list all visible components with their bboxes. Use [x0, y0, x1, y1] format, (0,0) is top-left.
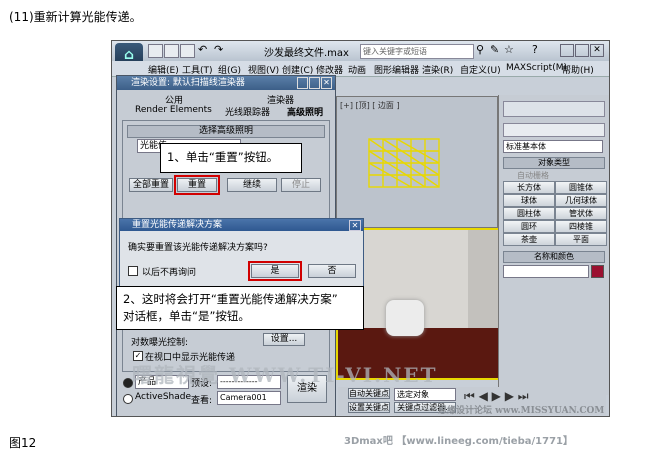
viewport-top[interactable]: [+] [顶] [ 边面 ]	[336, 96, 498, 228]
new-icon[interactable]	[148, 44, 163, 58]
footer-credit: 3Dmax吧 【www.lineeg.com/tieba/1771】	[344, 436, 573, 447]
callout-step1: 1、单击“重置”按钮。	[160, 143, 302, 173]
render-setup-title: 渲染设置: 默认扫描线渲染器 ✕	[117, 76, 335, 90]
set-key-button[interactable]: 设置关键点	[348, 402, 390, 413]
search-input[interactable]: 键入关键字或短语	[360, 44, 474, 59]
star-icon[interactable]: ☆	[504, 43, 514, 56]
caption-figure: 图12	[9, 436, 37, 450]
yellow-wire-grid	[368, 138, 440, 188]
save-icon[interactable]	[180, 44, 195, 58]
menu-customize[interactable]: 自定义(U)	[460, 63, 501, 76]
menu-maxscript[interactable]: MAXScript(M)	[506, 63, 567, 73]
tab-common[interactable]: 公用	[165, 93, 183, 106]
stop-button[interactable]: 停止	[281, 178, 321, 192]
open-icon[interactable]	[164, 44, 179, 58]
object-color-swatch[interactable]	[591, 265, 604, 278]
activeshade-radio[interactable]	[123, 394, 133, 404]
help-icon[interactable]: ?	[532, 43, 538, 56]
selection-dropdown[interactable]: 选定对象	[394, 388, 456, 401]
dont-ask-label: 以后不再询问	[142, 268, 197, 278]
exposure-label: 对数曝光控制:	[131, 338, 189, 348]
pyramid-button[interactable]: 四棱锥	[555, 220, 607, 233]
select-advanced-lighting-rollup[interactable]: 选择高级照明	[127, 125, 325, 138]
undo-icon[interactable]: ↶	[198, 43, 207, 56]
dialog-message: 确实要重置该光能传递解决方案吗?	[128, 243, 268, 253]
no-button[interactable]: 否	[308, 264, 356, 278]
redo-icon[interactable]: ↷	[214, 43, 223, 56]
tab-renderer[interactable]: 渲染器	[267, 93, 294, 106]
box-button[interactable]: 长方体	[503, 181, 555, 194]
cone-button[interactable]: 圆锥体	[555, 181, 607, 194]
yes-highlight	[248, 261, 302, 281]
menu-rendering[interactable]: 渲染(R)	[422, 63, 453, 76]
callout-step2-line1: 2、这时将会打开“重置光能传递解决方案”	[123, 292, 338, 306]
view-label: 查看:	[191, 396, 213, 406]
menu-help[interactable]: 帮助(H)	[562, 63, 594, 76]
auto-grid-checkbox[interactable]: 自动栅格	[517, 170, 549, 181]
object-type-rollup[interactable]: 对象类型	[503, 157, 605, 169]
caption-top: (11)重新计算光能传递。	[9, 10, 142, 24]
name-color-rollup[interactable]: 名称和颜色	[503, 251, 605, 263]
rs-maximize-button[interactable]	[309, 77, 320, 89]
teapot-button[interactable]: 茶壶	[503, 233, 555, 246]
command-panel: 标准基本体 对象类型 自动栅格 长方体 圆锥体 球体 几何球体 圆柱体 管状体 …	[498, 95, 609, 395]
setup-button[interactable]: 设置...	[263, 333, 305, 346]
reset-radiosity-dialog: 重置光能传递解决方案 ✕ 确实要重置该光能传递解决方案吗? 以后不再询问 是 否	[119, 218, 364, 288]
menu-animation[interactable]: 动画	[348, 63, 366, 76]
tab-render-elements[interactable]: Render Elements	[135, 105, 212, 117]
tab-raytracer[interactable]: 光线跟踪器	[225, 105, 270, 118]
menu-graph-editors[interactable]: 图形编辑器	[374, 63, 419, 76]
dialog-title: 重置光能传递解决方案	[120, 219, 363, 231]
plane-button[interactable]: 平面	[555, 233, 607, 246]
callout-step2-line2: 对话框，单击“是”按钮。	[123, 309, 250, 323]
help-tools-icon[interactable]: ✎	[490, 43, 499, 56]
reset-all-button[interactable]: 全部重置	[129, 178, 173, 192]
close-icon[interactable]: ✕	[590, 44, 604, 57]
sofa-chair	[386, 300, 424, 336]
continue-button[interactable]: 继续	[227, 178, 277, 192]
primitive-dropdown[interactable]: 标准基本体	[503, 140, 603, 153]
watermark-right: 思缘设计论坛 www.MISSYUAN.COM	[438, 406, 605, 416]
dialog-close-icon[interactable]: ✕	[349, 220, 361, 231]
search-icon[interactable]: ⚲	[476, 43, 484, 56]
callout-step2: 2、这时将会打开“重置光能传递解决方案” 对话框，单击“是”按钮。	[116, 286, 364, 330]
create-icons-row[interactable]	[503, 123, 605, 137]
auto-key-button[interactable]: 自动关键点	[348, 388, 390, 399]
playback-controls-icon[interactable]: ⏮ ◀ ▶ ▶ ⏭	[464, 389, 529, 404]
maximize-button[interactable]	[575, 44, 589, 57]
activeshade-label: ActiveShade	[135, 392, 192, 402]
rs-minimize-button[interactable]	[297, 77, 308, 89]
tab-advanced-lighting[interactable]: 高级照明	[287, 105, 323, 118]
watermark-left: 曙龍視覺 WWW.TI-VI.NET	[132, 363, 438, 387]
window-title: 沙发最终文件.max	[264, 48, 349, 59]
tube-button[interactable]: 管状体	[555, 207, 607, 220]
viewport-top-label: [+] [顶] [ 边面 ]	[340, 101, 400, 110]
torus-button[interactable]: 圆环	[503, 220, 555, 233]
geosphere-button[interactable]: 几何球体	[555, 194, 607, 207]
dont-ask-checkbox[interactable]	[128, 266, 138, 276]
max-screenshot: ⌂ ↶ ↷ 沙发最终文件.max 键入关键字或短语 ⚲ ✎ ☆ ? ✕ 编辑(E…	[111, 40, 610, 417]
minimize-button[interactable]	[560, 44, 574, 57]
view-dropdown[interactable]: Camera001	[217, 391, 281, 405]
rs-close-icon[interactable]: ✕	[321, 77, 332, 89]
app-titlebar: ⌂ ↶ ↷ 沙发最终文件.max 键入关键字或短语 ⚲ ✎ ☆ ? ✕	[112, 41, 609, 67]
cylinder-button[interactable]: 圆柱体	[503, 207, 555, 220]
sphere-button[interactable]: 球体	[503, 194, 555, 207]
command-tabs[interactable]	[503, 101, 605, 117]
reset-highlight	[174, 175, 220, 195]
object-name-input[interactable]	[503, 265, 589, 278]
